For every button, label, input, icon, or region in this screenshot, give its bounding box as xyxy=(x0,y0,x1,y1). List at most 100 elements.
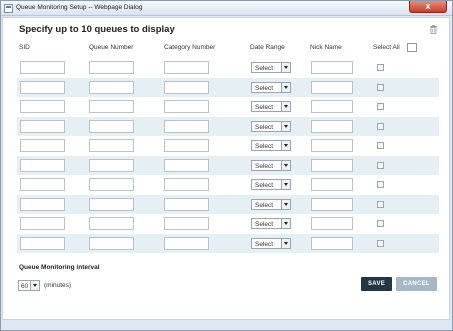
date-range-value: Select xyxy=(255,240,274,248)
nick-name-input[interactable] xyxy=(311,217,353,230)
nick-name-input[interactable] xyxy=(311,100,353,113)
column-header-date-range: Date Range xyxy=(250,44,285,51)
sid-input[interactable] xyxy=(20,217,65,230)
nick-name-input[interactable] xyxy=(311,119,353,133)
column-header-sid: SID xyxy=(19,44,30,51)
queue-number-input[interactable] xyxy=(89,217,134,230)
row-select-checkbox[interactable] xyxy=(377,161,384,169)
date-range-select[interactable]: Select xyxy=(251,81,291,93)
date-range-value: Select xyxy=(255,201,274,209)
category-number-input[interactable] xyxy=(164,158,209,172)
title-bar[interactable]: Queue Monitoring Setup -- Webpage Dialog… xyxy=(1,1,452,16)
date-range-select[interactable]: Select xyxy=(251,159,291,171)
queue-number-input[interactable] xyxy=(89,236,134,250)
cancel-button[interactable]: CANCEL xyxy=(396,277,437,291)
row-select-checkbox[interactable] xyxy=(377,220,384,227)
chevron-down-icon xyxy=(281,63,290,72)
close-button[interactable]: x xyxy=(409,1,447,13)
date-range-value: Select xyxy=(255,123,274,131)
table-header: SID Queue Number Category Number Date Ra… xyxy=(3,42,439,54)
queue-number-input[interactable] xyxy=(89,100,134,113)
window-title: Queue Monitoring Setup -- Webpage Dialog xyxy=(16,4,143,11)
date-range-value: Select xyxy=(255,182,274,189)
date-range-value: Select xyxy=(255,65,274,72)
queue-number-input[interactable] xyxy=(89,80,134,94)
date-range-select[interactable]: Select xyxy=(251,218,291,229)
sid-input[interactable] xyxy=(20,158,65,172)
trash-icon[interactable] xyxy=(430,25,437,34)
chevron-down-icon xyxy=(281,121,290,131)
table-row: Select xyxy=(17,233,439,253)
sid-input[interactable] xyxy=(20,197,65,211)
date-range-value: Select xyxy=(255,221,274,228)
queue-number-input[interactable] xyxy=(89,61,134,74)
nick-name-input[interactable] xyxy=(311,80,353,94)
save-button[interactable]: SAVE xyxy=(361,277,392,291)
date-range-value: Select xyxy=(255,143,274,150)
category-number-input[interactable] xyxy=(164,119,209,133)
date-range-select[interactable]: Select xyxy=(251,237,291,249)
chevron-down-icon xyxy=(281,180,290,189)
table-row: Select xyxy=(17,136,439,156)
category-number-input[interactable] xyxy=(164,100,209,113)
chevron-down-icon xyxy=(281,82,290,92)
sid-input[interactable] xyxy=(20,100,65,113)
table-row: Select xyxy=(17,58,439,78)
sid-input[interactable] xyxy=(20,80,65,94)
nick-name-input[interactable] xyxy=(311,61,353,74)
row-select-checkbox[interactable] xyxy=(377,181,384,188)
queue-table: Select Select Select Select Select Select Sele… xyxy=(17,58,439,253)
queue-number-input[interactable] xyxy=(89,158,134,172)
category-number-input[interactable] xyxy=(164,236,209,250)
row-select-checkbox[interactable] xyxy=(377,103,384,110)
sid-input[interactable] xyxy=(20,61,65,74)
chevron-down-icon xyxy=(281,219,290,228)
nick-name-input[interactable] xyxy=(311,158,353,172)
category-number-input[interactable] xyxy=(164,80,209,94)
column-header-category-number: Category Number xyxy=(164,44,216,51)
queue-number-input[interactable] xyxy=(89,197,134,211)
date-range-select[interactable]: Select xyxy=(251,140,291,151)
select-all-checkbox[interactable] xyxy=(407,43,417,52)
sid-input[interactable] xyxy=(20,139,65,152)
date-range-select[interactable]: Select xyxy=(251,120,291,132)
sid-input[interactable] xyxy=(20,178,65,191)
table-row: Select xyxy=(17,194,439,214)
interval-select[interactable]: 60 xyxy=(18,280,40,291)
date-range-select[interactable]: Select xyxy=(251,101,291,112)
nick-name-input[interactable] xyxy=(311,236,353,250)
table-row: Select xyxy=(17,97,439,117)
date-range-value: Select xyxy=(255,84,274,92)
category-number-input[interactable] xyxy=(164,197,209,211)
column-header-queue-number: Queue Number xyxy=(89,44,134,51)
date-range-select[interactable]: Select xyxy=(251,179,291,190)
table-row: Select xyxy=(17,214,439,234)
chevron-down-icon xyxy=(281,160,290,170)
row-select-checkbox[interactable] xyxy=(377,83,384,91)
queue-number-input[interactable] xyxy=(89,139,134,152)
category-number-input[interactable] xyxy=(164,178,209,191)
row-select-checkbox[interactable] xyxy=(377,142,384,149)
date-range-value: Select xyxy=(255,104,274,111)
window-icon xyxy=(4,4,13,13)
queue-number-input[interactable] xyxy=(89,119,134,133)
date-range-select[interactable]: Select xyxy=(251,198,291,210)
sid-input[interactable] xyxy=(20,119,65,133)
nick-name-input[interactable] xyxy=(311,139,353,152)
column-header-select-all: Select All xyxy=(373,44,400,51)
category-number-input[interactable] xyxy=(164,217,209,230)
row-select-checkbox[interactable] xyxy=(377,239,384,247)
nick-name-input[interactable] xyxy=(311,197,353,211)
row-select-checkbox[interactable] xyxy=(377,64,384,71)
category-number-input[interactable] xyxy=(164,139,209,152)
queue-number-input[interactable] xyxy=(89,178,134,191)
interval-unit: (minutes) xyxy=(44,282,72,289)
row-select-checkbox[interactable] xyxy=(377,122,384,130)
dialog-content: Specify up to 10 queues to display SID Q… xyxy=(2,17,450,320)
date-range-select[interactable]: Select xyxy=(251,62,291,73)
row-select-checkbox[interactable] xyxy=(377,200,384,208)
sid-input[interactable] xyxy=(20,236,65,250)
table-row: Select xyxy=(17,175,439,195)
category-number-input[interactable] xyxy=(164,61,209,74)
nick-name-input[interactable] xyxy=(311,178,353,191)
